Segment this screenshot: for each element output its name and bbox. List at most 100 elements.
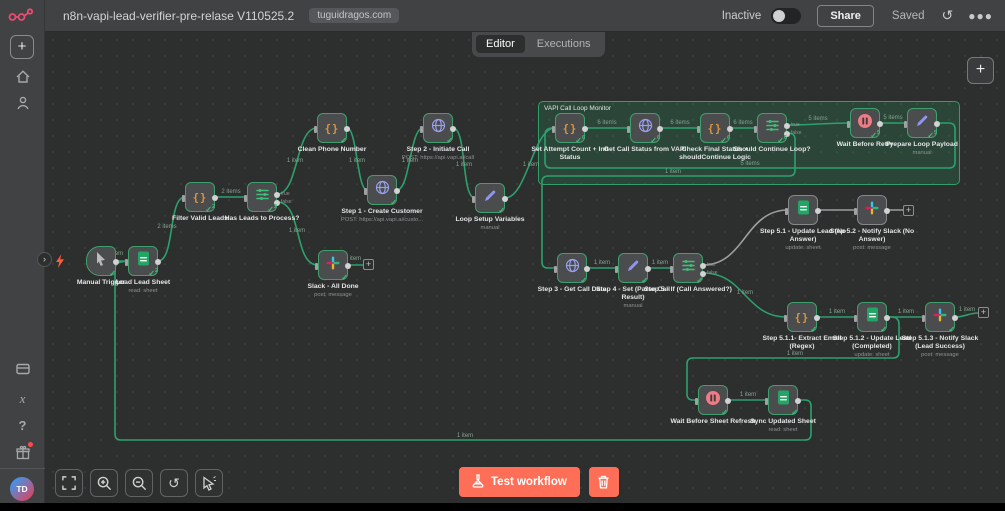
output-port[interactable] — [450, 126, 456, 132]
output-port[interactable] — [345, 263, 351, 269]
wait-before-sheet-refresh-node[interactable]: ✓Wait Before Sheet Refresh — [698, 385, 728, 415]
input-port[interactable] — [182, 195, 185, 202]
user-avatar[interactable]: TD — [10, 477, 34, 501]
input-port[interactable] — [420, 126, 423, 133]
input-port[interactable] — [627, 126, 630, 133]
manual-trigger-node[interactable]: ✓Manual Trigger — [86, 246, 116, 276]
output-port[interactable] — [934, 121, 940, 127]
step-5-1-update-lead-no-answer-node[interactable]: Step 5.1 - Update Lead (No Answer)update… — [788, 195, 818, 225]
input-port[interactable] — [670, 266, 673, 273]
loop-setup-variables-node[interactable]: ✓Loop Setup Variablesmanual — [475, 183, 505, 213]
output-port[interactable] — [884, 208, 890, 214]
clean-phone-number-node[interactable]: {}✓Clean Phone Number — [317, 113, 347, 143]
slack-all-done-node[interactable]: ✓Slack - All Donepost: message — [318, 250, 348, 280]
set-attempt-count-init-status-node[interactable]: {}✓6Set Attempt Count + Init Status — [555, 113, 585, 143]
filter-icon — [681, 259, 696, 277]
output-port[interactable] — [502, 196, 508, 202]
output-port[interactable] — [582, 126, 588, 132]
output-port[interactable] — [155, 259, 161, 265]
output-port[interactable] — [884, 315, 890, 321]
input-port[interactable] — [554, 266, 557, 273]
output-port[interactable] — [584, 266, 590, 272]
input-port[interactable] — [854, 315, 857, 322]
connection-edge[interactable] — [955, 313, 978, 317]
input-port[interactable] — [472, 196, 475, 203]
step-2-initiate-call-node[interactable]: ✓Step 2 - Initiate CallPOST: https://api… — [423, 113, 453, 143]
output-port[interactable] — [113, 259, 119, 265]
input-port[interactable] — [125, 259, 128, 266]
step-3-get-call-data-node[interactable]: ✓Step 3 - Get Call Data — [557, 253, 587, 283]
load-lead-sheet-node[interactable]: ✓2Load Lead Sheetread: sheet — [128, 246, 158, 276]
output-port[interactable] — [274, 192, 280, 198]
share-button[interactable]: Share — [817, 5, 874, 27]
output-port[interactable] — [784, 123, 790, 129]
step-4-set-parse-call-result-node[interactable]: ✓Step 4 - Set (Parse Call Result)manual — [618, 253, 648, 283]
step-5-2-notify-slack-no-answer-node[interactable]: Step 5.2 - Notify Slack (No Answer)post:… — [857, 195, 887, 225]
help-icon[interactable]: ? — [14, 417, 31, 434]
output-port[interactable] — [657, 126, 663, 132]
personal-icon[interactable] — [14, 94, 31, 111]
prepare-loop-payload-node[interactable]: ✓5Prepare Loop Payloadmanual — [907, 108, 937, 138]
should-continue-loop-node[interactable]: truefalse✓6Should Continue Loop? — [757, 113, 787, 143]
add-node-endpoint[interactable]: + — [363, 259, 374, 270]
output-port[interactable] — [344, 126, 350, 132]
n8n-logo-icon[interactable] — [8, 7, 36, 29]
step-1-create-customer-node[interactable]: ✓Step 1 - Create CustomerPOST: https://a… — [367, 175, 397, 205]
output-port[interactable] — [212, 195, 218, 201]
output-port[interactable] — [877, 121, 883, 127]
output-port[interactable] — [725, 398, 731, 404]
output-port[interactable] — [952, 315, 958, 321]
input-port[interactable] — [922, 315, 925, 322]
input-port[interactable] — [854, 208, 857, 215]
tab-executions[interactable]: Executions — [527, 35, 601, 53]
add-node-endpoint[interactable]: + — [903, 205, 914, 216]
check-final-status-node[interactable]: {}✓6Check Final Status + shouldContinue … — [700, 113, 730, 143]
get-call-status-from-vapi-node[interactable]: ✓6Get Call Status from VAPI — [630, 113, 660, 143]
input-port[interactable] — [784, 315, 787, 322]
input-port[interactable] — [244, 195, 247, 202]
output-port[interactable] — [795, 398, 801, 404]
has-leads-to-process-node[interactable]: truefalse✓2Has Leads to Process? — [247, 182, 277, 212]
variables-icon[interactable]: x — [14, 390, 31, 407]
templates-icon[interactable] — [14, 360, 31, 377]
workflow-title[interactable]: n8n-vapi-lead-verifier-pre-relase V11052… — [63, 9, 294, 23]
sync-updated-sheet-node[interactable]: ✓Sync Updated Sheetread: sheet — [768, 385, 798, 415]
add-workflow-button[interactable]: + — [10, 35, 34, 59]
workflow-canvas[interactable]: + ↺ Test workflow — [45, 32, 1005, 503]
output-port[interactable] — [815, 208, 821, 214]
step-5-1-3-notify-slack-lead-success-node[interactable]: ✓Step 5.1.3 - Notify Slack (Lead Success… — [925, 302, 955, 332]
input-port[interactable] — [552, 126, 555, 133]
step-5-1-1-extract-email-regex-node[interactable]: {}✓Step 5.1.1- Extract Email (Regex) — [787, 302, 817, 332]
add-node-endpoint[interactable]: + — [978, 307, 989, 318]
output-port[interactable] — [700, 263, 706, 269]
input-port[interactable] — [314, 126, 317, 133]
wait-before-retry-node[interactable]: ✓5Wait Before Retry — [850, 108, 880, 138]
input-port[interactable] — [615, 266, 618, 273]
step-5-1-2-update-lead-completed-node[interactable]: ✓Step 5.1.2 - Update Lead (Completed)upd… — [857, 302, 887, 332]
home-icon[interactable] — [14, 68, 31, 85]
project-badge[interactable]: tuguidragos.com — [309, 8, 399, 23]
whats-new-icon[interactable] — [14, 444, 31, 461]
more-options-icon[interactable]: ●●● — [968, 9, 993, 23]
sidebar-collapse-handle[interactable]: › — [37, 252, 52, 267]
output-port[interactable] — [814, 315, 820, 321]
input-port[interactable] — [904, 121, 907, 128]
tab-editor[interactable]: Editor — [476, 35, 525, 53]
node-title: Clean Phone Number — [285, 146, 379, 154]
filter-valid-leads-node[interactable]: {}✓2Filter Valid Leads — [185, 182, 215, 212]
sheet-icon — [137, 251, 150, 271]
input-port[interactable] — [364, 188, 367, 195]
input-port[interactable] — [754, 126, 757, 133]
input-port[interactable] — [765, 398, 768, 405]
output-port[interactable] — [727, 126, 733, 132]
output-port[interactable] — [645, 266, 651, 272]
input-port[interactable] — [785, 208, 788, 215]
input-port[interactable] — [695, 398, 698, 405]
history-icon[interactable]: ↺ — [942, 7, 954, 24]
output-port[interactable] — [394, 188, 400, 194]
input-port[interactable] — [697, 126, 700, 133]
input-port[interactable] — [315, 263, 318, 270]
input-port[interactable] — [847, 121, 850, 128]
step-5-if-call-answered-node[interactable]: truefalse✓Step 5 - If (Call Answered?) — [673, 253, 703, 283]
activate-toggle[interactable] — [771, 8, 801, 24]
